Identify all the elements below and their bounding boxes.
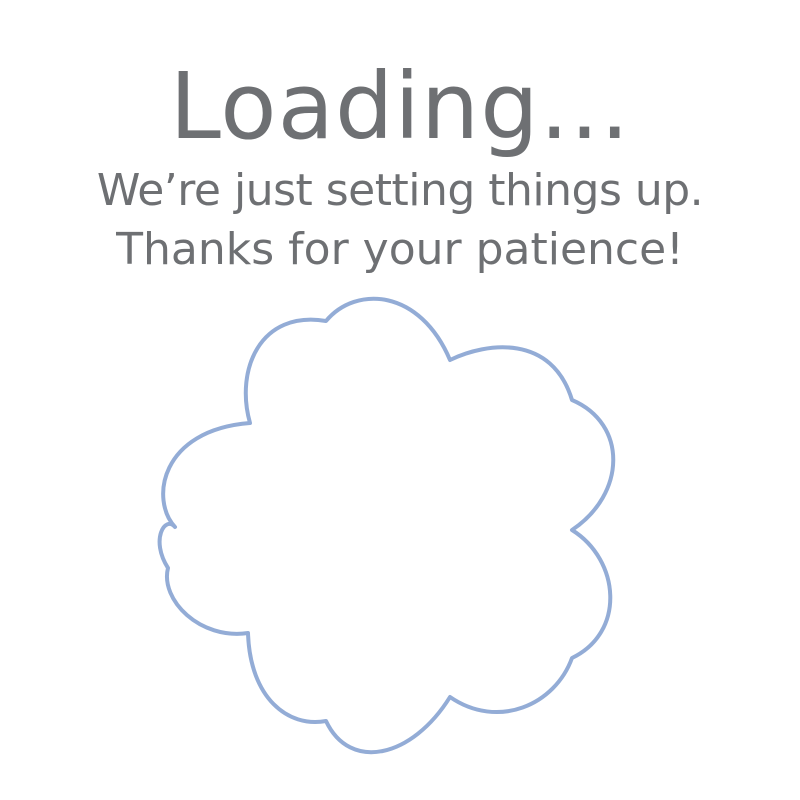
- loading-screen: Loading... We’re just setting things up.…: [0, 0, 800, 800]
- scalloped-flower-outline-icon: [157, 296, 616, 755]
- loading-spinner: [0, 0, 800, 800]
